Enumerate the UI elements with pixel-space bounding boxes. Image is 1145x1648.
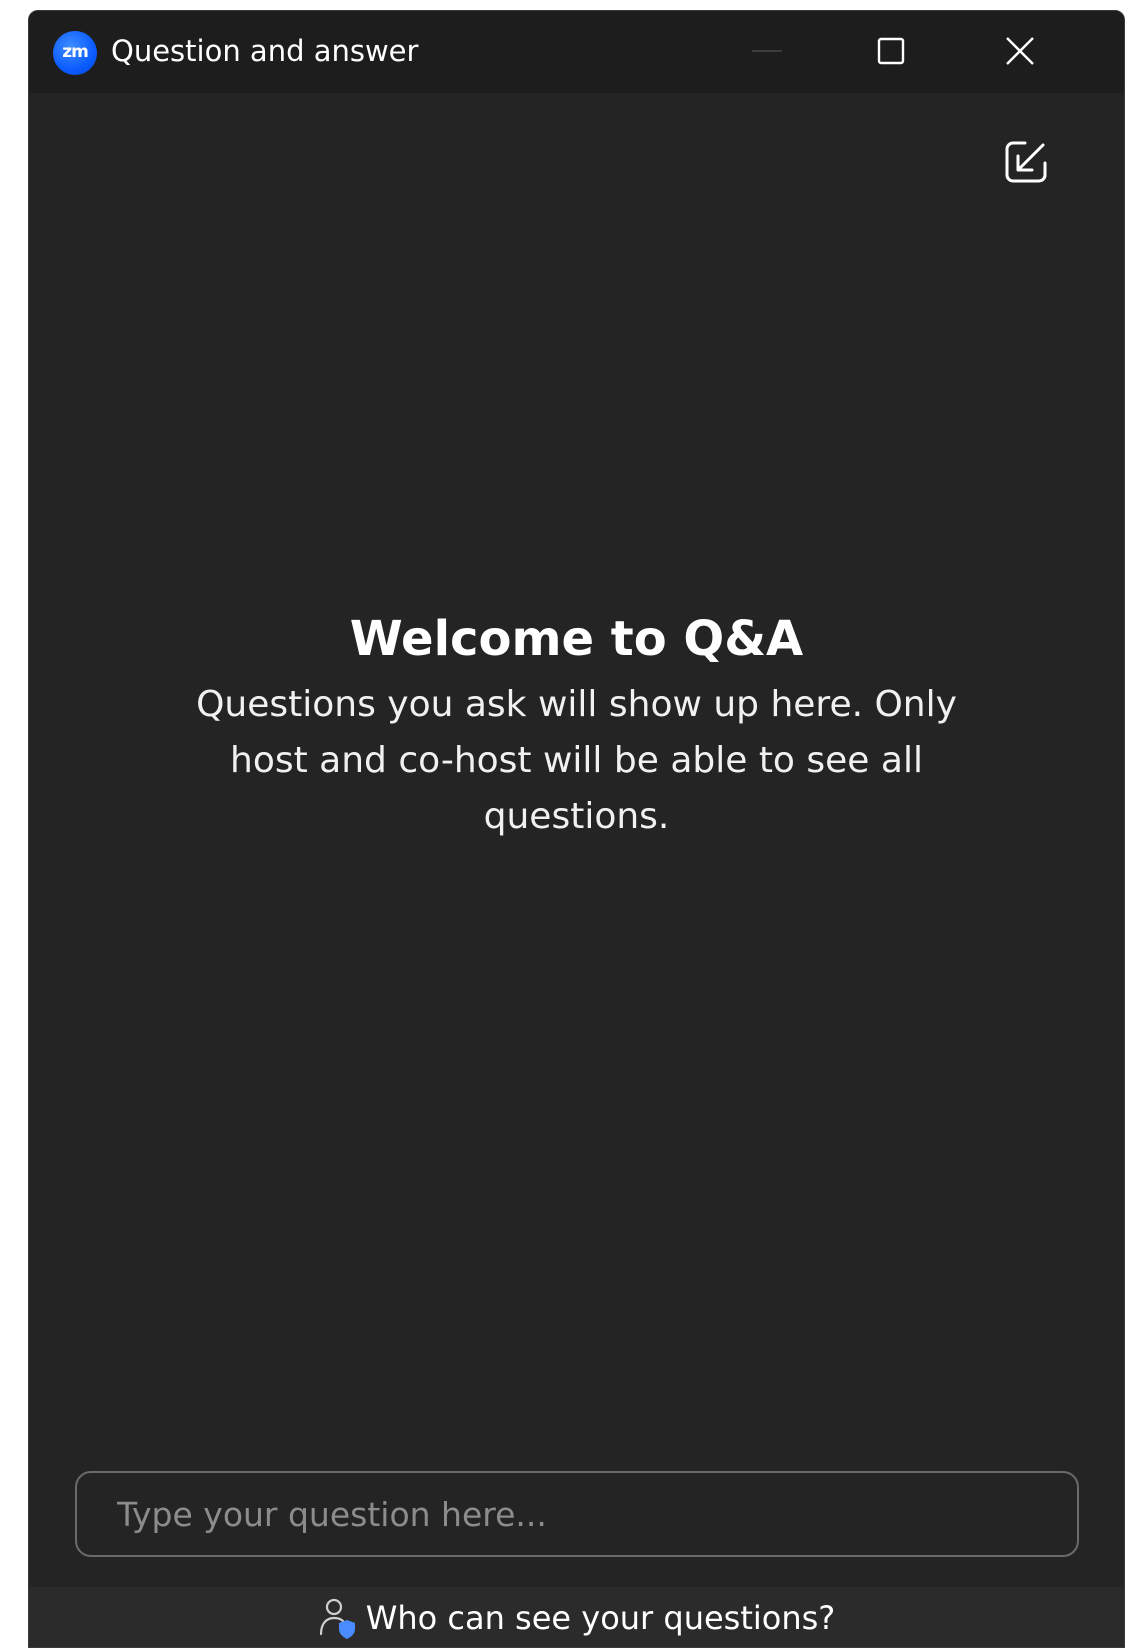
window-title: Question and answer — [111, 34, 419, 68]
welcome-section: Welcome to Q&A Questions you ask will sh… — [29, 609, 1124, 845]
title-bar[interactable]: zm Question and answer — [29, 11, 1124, 93]
footer-bar: Who can see your questions? — [29, 1587, 1124, 1647]
question-input[interactable] — [77, 1473, 1077, 1555]
welcome-title: Welcome to Q&A — [349, 611, 804, 667]
pop-in-button[interactable] — [999, 135, 1053, 189]
qa-window: zm Question and answer Welcome to Q&A Qu… — [28, 10, 1125, 1648]
maximize-icon — [877, 37, 905, 65]
minimize-icon — [752, 50, 782, 52]
close-icon — [1006, 37, 1034, 65]
welcome-description: Questions you ask will show up here. Onl… — [196, 684, 957, 837]
maximize-button[interactable] — [859, 25, 923, 77]
user-shield-icon — [318, 1596, 358, 1640]
minimize-button[interactable] — [735, 25, 799, 77]
pop-in-icon — [1005, 141, 1047, 183]
close-button[interactable] — [988, 25, 1052, 77]
logo-text: zm — [62, 41, 89, 62]
who-can-see-label: Who can see your questions? — [365, 1599, 836, 1637]
zoom-logo-icon: zm — [53, 31, 97, 75]
who-can-see-link[interactable]: Who can see your questions? — [318, 1596, 836, 1640]
question-box[interactable] — [75, 1471, 1079, 1557]
